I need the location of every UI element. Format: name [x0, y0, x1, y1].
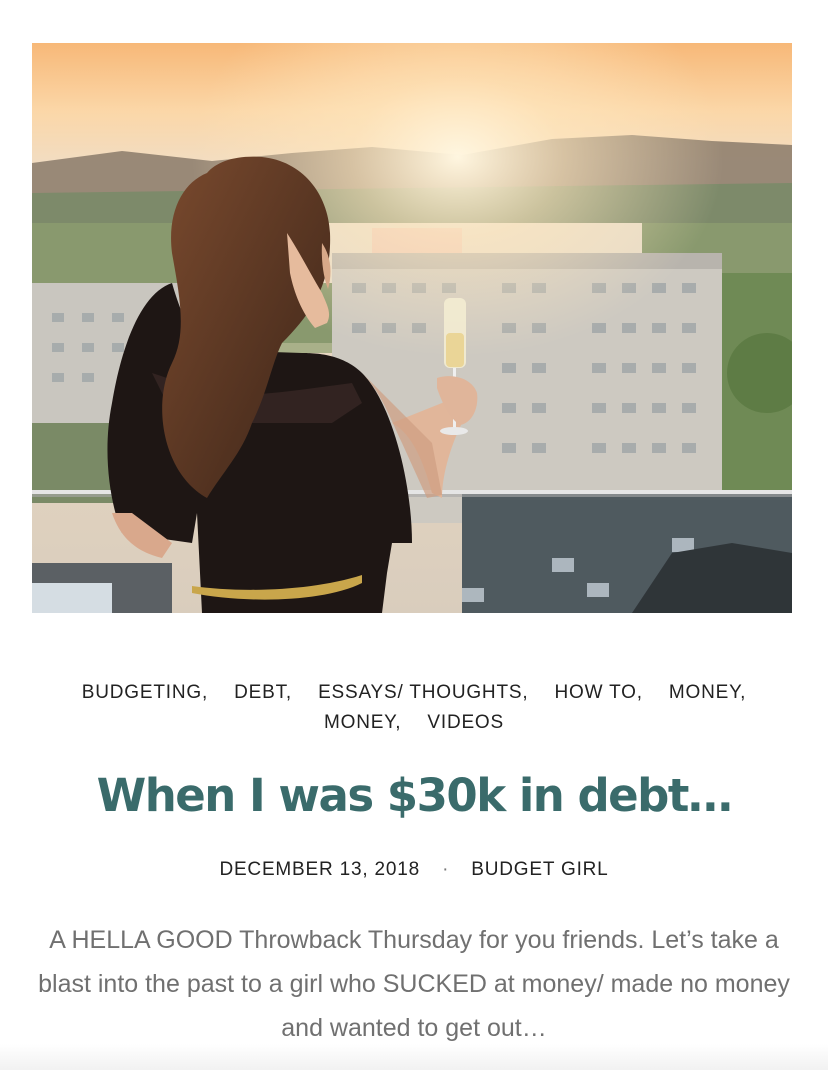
- category-item[interactable]: VIDEOS: [427, 708, 504, 738]
- category-link-money[interactable]: MONEY,: [669, 682, 746, 703]
- post-meta: DECEMBER 13, 2018 · BUDGET GIRL: [20, 856, 808, 884]
- category-item[interactable]: BUDGETING,: [82, 678, 208, 708]
- featured-photo: [32, 43, 792, 613]
- post-author[interactable]: BUDGET GIRL: [471, 859, 608, 880]
- category-item[interactable]: DEBT,: [234, 678, 292, 708]
- category-link-essays-thoughts[interactable]: ESSAYS/ THOUGHTS,: [318, 682, 528, 703]
- meta-separator: ·: [442, 859, 450, 880]
- post-title[interactable]: When I was $30k in debt…: [20, 763, 808, 829]
- category-item[interactable]: MONEY,: [324, 708, 401, 738]
- post-excerpt: A HELLA GOOD Throwback Thursday for you …: [38, 926, 790, 1042]
- category-item[interactable]: MONEY,: [669, 678, 746, 708]
- category-item[interactable]: HOW TO,: [555, 678, 643, 708]
- category-link-budgeting[interactable]: BUDGETING,: [82, 682, 208, 703]
- bottom-fade: [0, 1044, 828, 1070]
- featured-image[interactable]: [32, 43, 792, 613]
- category-link-money-2[interactable]: MONEY,: [324, 712, 401, 733]
- category-item[interactable]: ESSAYS/ THOUGHTS,: [318, 678, 528, 708]
- category-link-debt[interactable]: DEBT,: [234, 682, 292, 703]
- category-link-videos[interactable]: VIDEOS: [427, 712, 504, 733]
- category-link-how-to[interactable]: HOW TO,: [555, 682, 643, 703]
- post-categories: BUDGETING, DEBT, ESSAYS/ THOUGHTS, HOW T…: [40, 678, 788, 738]
- post-date: DECEMBER 13, 2018: [219, 859, 420, 880]
